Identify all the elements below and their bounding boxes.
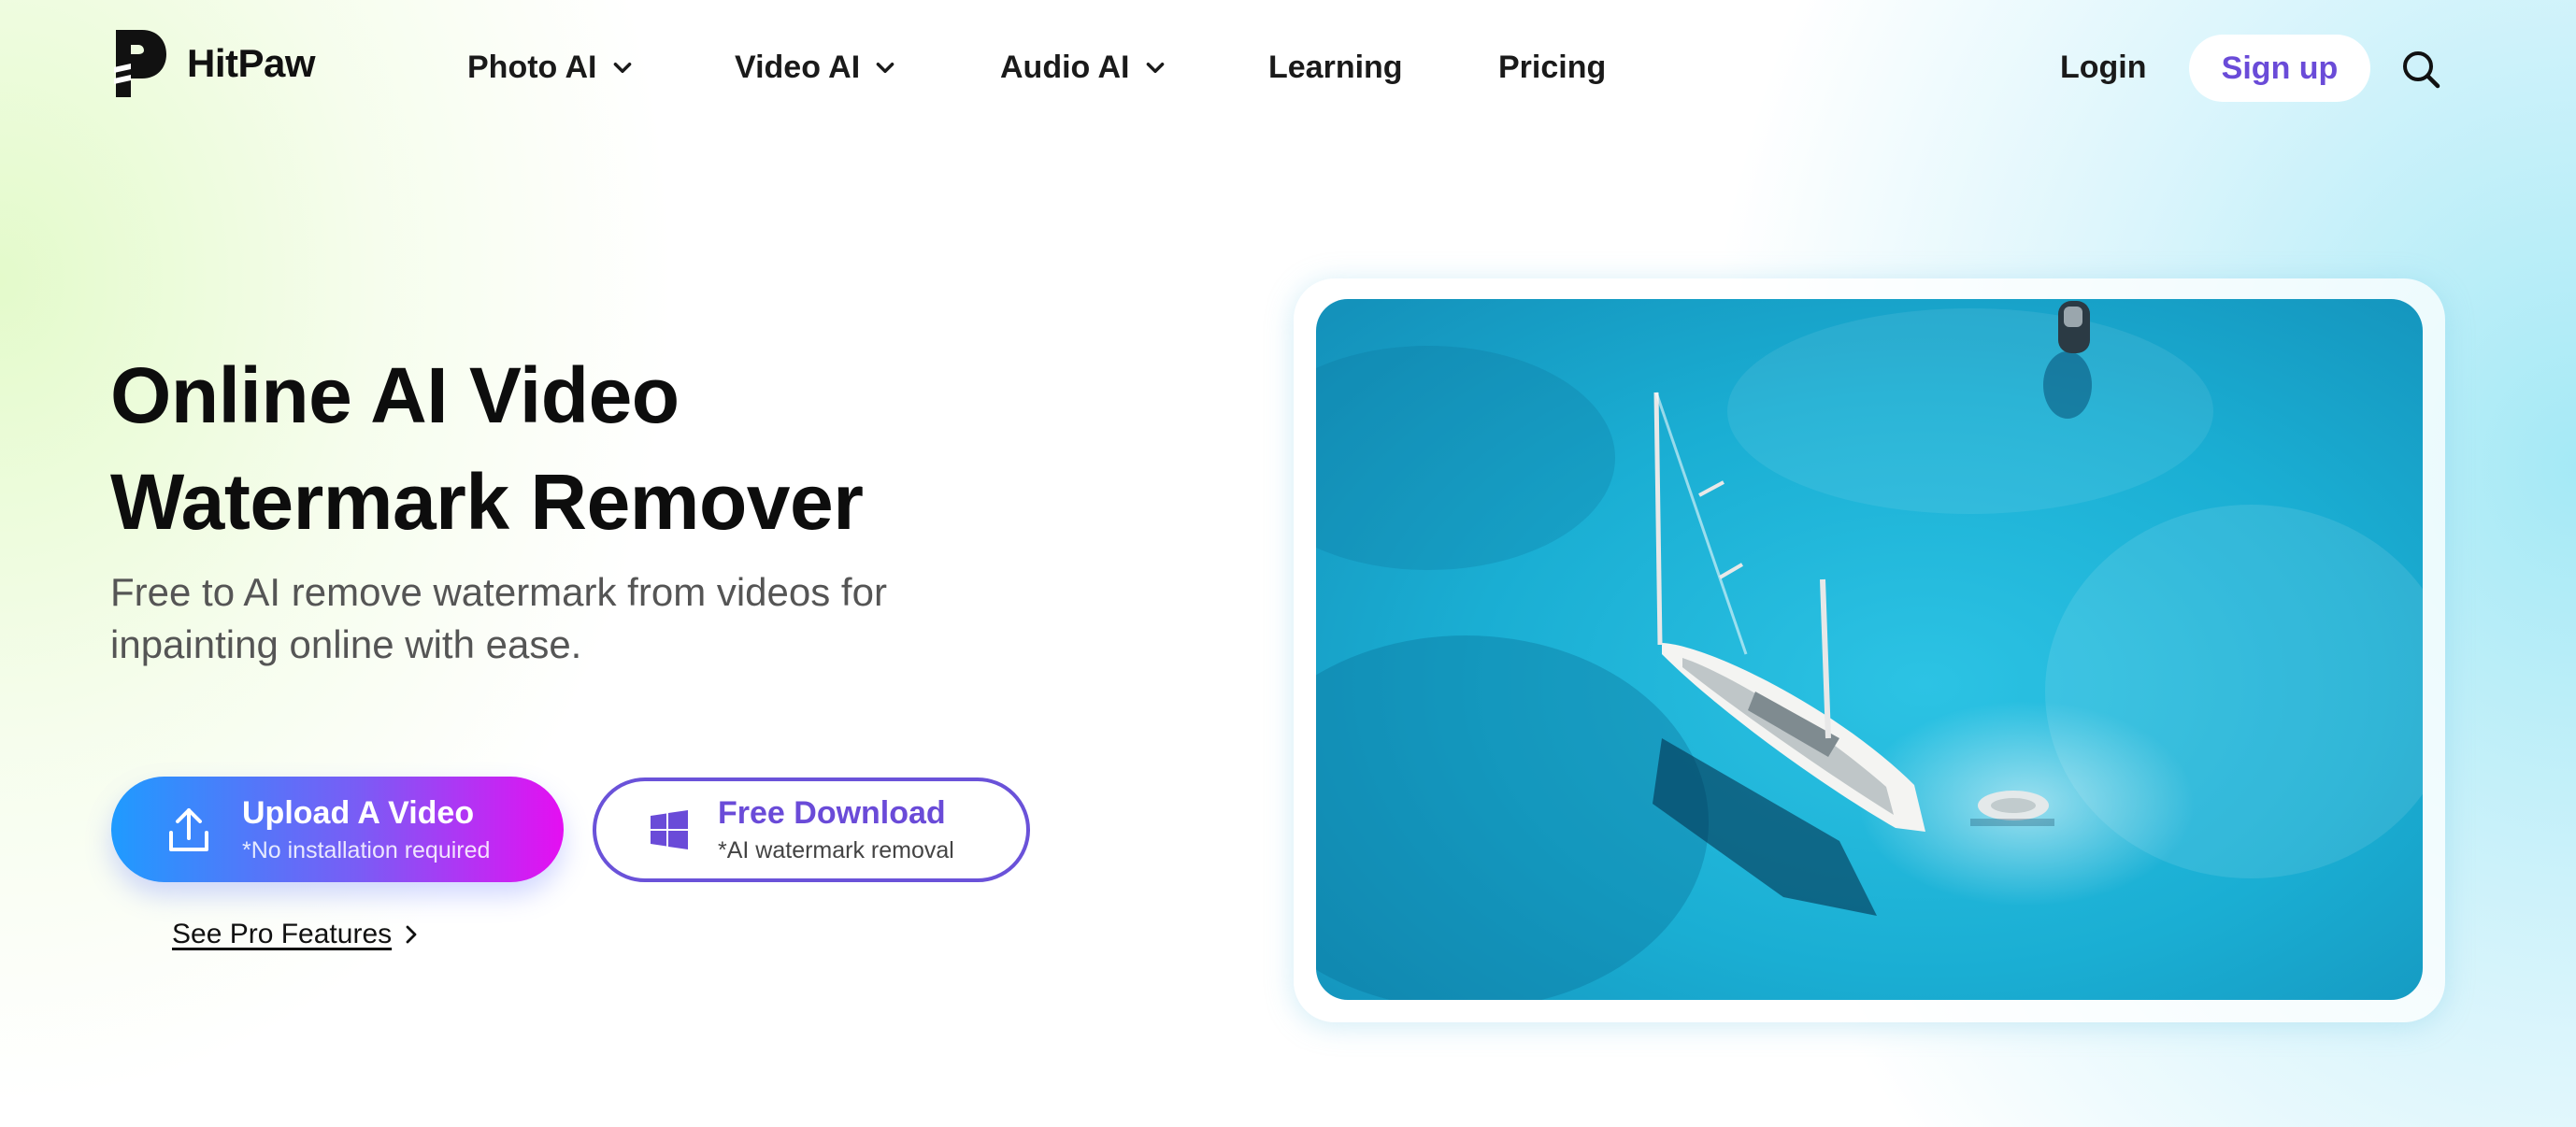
- nav-item-label: Audio AI: [1000, 49, 1130, 85]
- page-title-line-1: Online AI Video: [110, 351, 680, 439]
- nav-item-learning[interactable]: Learning: [1268, 43, 1403, 92]
- nav-item-label: Pricing: [1498, 49, 1607, 85]
- see-pro-features-link[interactable]: See Pro Features: [172, 916, 422, 953]
- nav-item-audio-ai[interactable]: Audio AI: [1000, 43, 1167, 92]
- page-title-line-2: Watermark Remover: [110, 458, 864, 546]
- nav-item-label: Learning: [1268, 49, 1403, 85]
- download-button-note: *AI watermark removal: [718, 837, 954, 863]
- chevron-right-icon: [401, 924, 422, 945]
- nav-item-label: Photo AI: [467, 49, 597, 85]
- chevron-down-icon: [1143, 55, 1167, 79]
- nav-item-pricing[interactable]: Pricing: [1498, 43, 1606, 92]
- pro-link-label: See Pro Features: [172, 919, 393, 949]
- nav-item-video-ai[interactable]: Video AI: [735, 43, 897, 92]
- download-button-label: Free Download: [718, 795, 946, 831]
- upload-icon: [164, 805, 214, 855]
- hero-video-preview[interactable]: [1316, 299, 2423, 1000]
- chevron-down-icon: [873, 55, 897, 79]
- nav-item-label: Video AI: [735, 49, 861, 85]
- search-icon[interactable]: [2400, 49, 2441, 90]
- nav-item-photo-ai[interactable]: Photo AI: [467, 43, 635, 92]
- page-title: Online AI Video Watermark Remover: [110, 342, 1138, 555]
- upload-button-note: *No installation required: [242, 836, 491, 863]
- page-subtitle: Free to AI remove watermark from videos …: [110, 570, 887, 666]
- top-navigation: HitPaw Photo AI Video AI Audio AI Learni…: [0, 0, 2576, 136]
- signup-button[interactable]: Sign up: [2189, 35, 2370, 102]
- upload-button-label: Upload A Video: [242, 794, 475, 831]
- windows-icon: [649, 809, 690, 850]
- chevron-down-icon: [610, 55, 635, 79]
- sailboat-aerial-image: [1316, 299, 2423, 1000]
- free-download-button[interactable]: Free Download *AI watermark removal: [593, 777, 1030, 882]
- upload-video-button[interactable]: Upload A Video *No installation required: [111, 777, 564, 882]
- brand-name: HitPaw: [187, 41, 316, 85]
- hitpaw-logo-icon: [114, 30, 166, 97]
- brand-logo[interactable]: HitPaw: [110, 26, 316, 101]
- login-link[interactable]: Login: [2060, 43, 2147, 92]
